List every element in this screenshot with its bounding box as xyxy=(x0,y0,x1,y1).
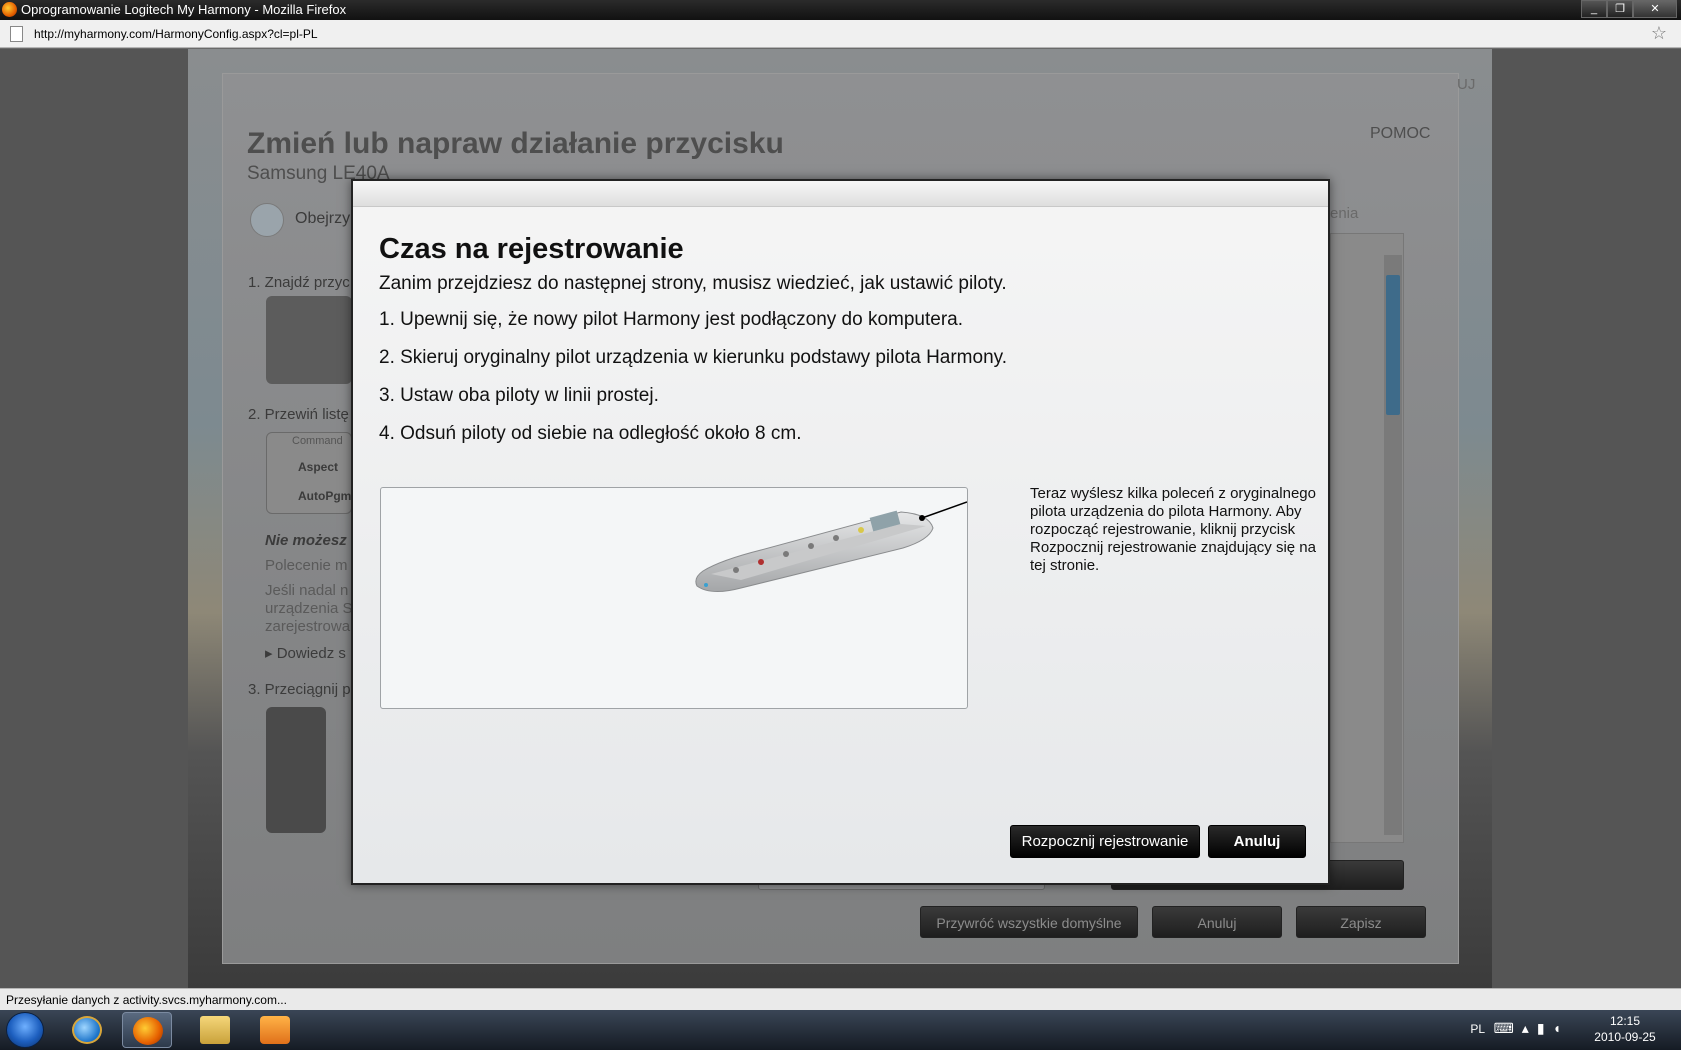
right-fragment: enia xyxy=(1330,205,1359,222)
media-player-icon xyxy=(260,1016,290,1044)
url-text[interactable]: http://myharmony.com/HarmonyConfig.aspx?… xyxy=(34,27,318,41)
restore-button[interactable]: ❐ xyxy=(1607,0,1633,18)
help-link[interactable]: POMOC xyxy=(1370,125,1430,143)
tray-icons[interactable]: ⌨▴▮◖ xyxy=(1494,1020,1569,1037)
instruction-steps: 1. Upewnij się, że nowy pilot Harmony je… xyxy=(379,309,1007,461)
firefox-icon xyxy=(2,2,17,17)
command-list-header: Command xyxy=(292,435,343,447)
recording-dialog: Czas na rejestrowanie Zanim przejdziesz … xyxy=(351,179,1330,885)
remote-side-thumbnail xyxy=(266,707,326,833)
warning-line: Jeśli nadal n xyxy=(265,582,349,599)
step2-label: 2. Przewiń listę xyxy=(248,406,349,423)
windows-taskbar: PL ⌨▴▮◖ 12:15 2010-09-25 xyxy=(0,1010,1681,1050)
save-button[interactable]: Zapisz xyxy=(1296,906,1426,938)
warning-heading: Nie możesz xyxy=(265,532,347,549)
warning-line: zarejestrowa xyxy=(265,618,351,635)
learn-more-link[interactable]: ▸ Dowiedz s xyxy=(265,644,346,662)
command-item: AutoPgm xyxy=(298,489,352,503)
harmony-remote-image xyxy=(695,501,968,592)
system-tray: PL ⌨▴▮◖ 12:15 2010-09-25 xyxy=(1461,1010,1681,1050)
corner-fragment: UJ xyxy=(1457,76,1476,93)
close-button[interactable]: ✕ xyxy=(1633,0,1677,18)
start-recording-button[interactable]: Rozpocznij rejestrowanie xyxy=(1010,825,1200,858)
taskbar-firefox[interactable] xyxy=(122,1012,172,1048)
window-titlebar: Oprogramowanie Logitech My Harmony - Moz… xyxy=(0,0,1681,20)
restore-defaults-button[interactable]: Przywróć wszystkie domyślne xyxy=(920,906,1138,938)
firefox-taskbar-icon xyxy=(133,1017,163,1045)
dialog-info-text: Teraz wyślesz kilka poleceń z oryginalne… xyxy=(1030,485,1316,574)
watch-link[interactable]: Obejrzy xyxy=(295,210,350,228)
command-item: Aspect xyxy=(298,460,339,474)
minimize-button[interactable]: _ xyxy=(1581,0,1607,18)
warning-line: urządzenia S xyxy=(265,600,353,617)
dialog-header xyxy=(353,181,1328,207)
background-cancel-button[interactable]: Anuluj xyxy=(1152,906,1282,938)
taskbar-explorer[interactable] xyxy=(190,1012,240,1048)
instruction-step: 2. Skieruj oryginalny pilot urządzenia w… xyxy=(379,347,1008,368)
dialog-cancel-button[interactable]: Anuluj xyxy=(1208,825,1306,858)
language-indicator[interactable]: PL xyxy=(1470,1022,1485,1036)
dialog-intro: Zanim przejdziesz do następnej strony, m… xyxy=(379,273,1007,294)
step3-label: 3. Przeciągnij p xyxy=(248,681,351,698)
folder-icon xyxy=(200,1016,230,1044)
warning-line: Polecenie m xyxy=(265,557,348,574)
command-list-scrollbar[interactable] xyxy=(1384,255,1402,835)
instruction-step: 1. Upewnij się, że nowy pilot Harmony je… xyxy=(379,309,964,330)
play-video-icon[interactable] xyxy=(250,203,284,237)
page-title: Zmień lub napraw działanie przycisku xyxy=(247,127,784,160)
step1-label: 1. Znajdź przyc xyxy=(248,274,350,291)
clock[interactable]: 12:15 2010-09-25 xyxy=(1585,1013,1665,1045)
browser-status-bar: Przesyłanie danych z activity.svcs.myhar… xyxy=(0,988,1681,1010)
clock-time: 12:15 xyxy=(1609,1014,1641,1028)
instruction-step: 4. Odsuń piloty od siebie na odległość o… xyxy=(379,423,802,444)
clock-date: 2010-09-25 xyxy=(1594,1030,1656,1044)
taskbar-ie[interactable] xyxy=(62,1012,112,1048)
bookmark-star-icon[interactable]: ☆ xyxy=(1651,23,1667,44)
remote-thumbnail xyxy=(266,296,352,384)
dialog-title: Czas na rejestrowanie xyxy=(379,233,684,265)
status-text: Przesyłanie danych z activity.svcs.myhar… xyxy=(6,993,287,1007)
taskbar-media-player[interactable] xyxy=(250,1012,300,1048)
remote-illustration xyxy=(380,487,968,709)
instruction-step: 3. Ustaw oba piloty w linii prostej. xyxy=(379,385,659,406)
start-button[interactable] xyxy=(6,1012,44,1048)
internet-explorer-icon xyxy=(72,1016,102,1044)
window-title: Oprogramowanie Logitech My Harmony - Moz… xyxy=(21,2,347,17)
address-bar[interactable]: http://myharmony.com/HarmonyConfig.aspx?… xyxy=(0,20,1681,48)
scrollbar-thumb[interactable] xyxy=(1386,275,1400,415)
page-icon xyxy=(10,26,23,42)
